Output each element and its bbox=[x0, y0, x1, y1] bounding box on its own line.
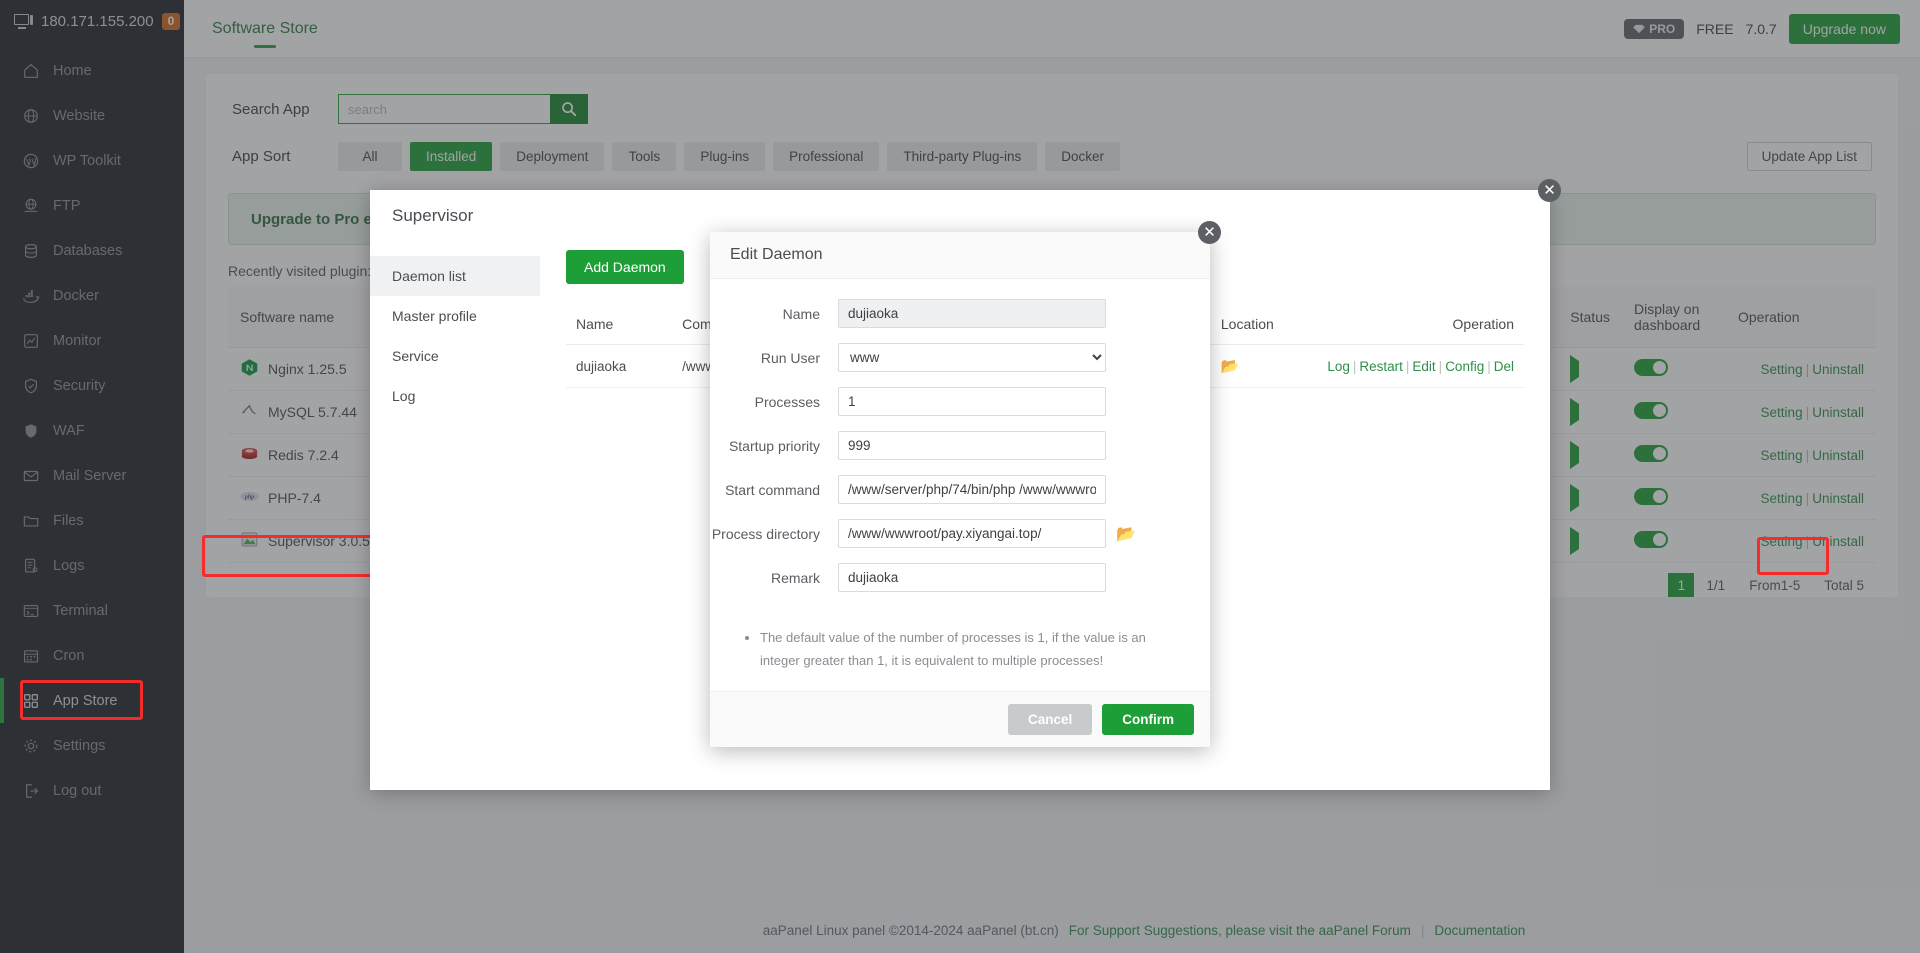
daemon-name-cell: dujiaoka bbox=[566, 345, 672, 388]
field-row-processes: Processes bbox=[710, 387, 1188, 416]
op-separator: | bbox=[1353, 359, 1357, 374]
edit-daemon-dialog: Edit Daemon Name Run Userwwwroot Processes… bbox=[710, 232, 1210, 747]
dm-col-name: Name bbox=[566, 304, 672, 345]
edit-daemon-close-icon[interactable]: ✕ bbox=[1198, 221, 1221, 244]
supervisor-nav-daemon-list[interactable]: Daemon list bbox=[370, 256, 540, 296]
supervisor-nav-log[interactable]: Log bbox=[370, 376, 540, 416]
field-label: Process directory bbox=[710, 526, 838, 542]
remark-input[interactable] bbox=[838, 563, 1106, 592]
supervisor-nav-service[interactable]: Service bbox=[370, 336, 540, 376]
field-label: Start command bbox=[710, 482, 838, 498]
supervisor-close-icon[interactable]: ✕ bbox=[1538, 179, 1561, 202]
daemon-operation-cell: Log|Restart|Edit|Config|Del bbox=[1317, 345, 1524, 388]
add-daemon-button[interactable]: Add Daemon bbox=[566, 250, 684, 284]
field-row-remark: Remark bbox=[710, 563, 1188, 592]
dm-col-operation: Operation bbox=[1317, 304, 1524, 345]
run-user-select[interactable]: wwwroot bbox=[838, 343, 1106, 372]
name-input[interactable] bbox=[838, 299, 1106, 328]
folder-browse-icon[interactable]: 📂 bbox=[1116, 524, 1136, 544]
field-row-startup-priority: Startup priority bbox=[710, 431, 1188, 460]
field-row-name: Name bbox=[710, 299, 1188, 328]
processes-input[interactable] bbox=[838, 387, 1106, 416]
daemon-location-cell[interactable]: 📂 bbox=[1211, 345, 1317, 388]
supervisor-nav: Daemon listMaster profileServiceLog bbox=[370, 226, 540, 786]
dm-col-location: Location bbox=[1211, 304, 1317, 345]
daemon-op-del[interactable]: Del bbox=[1494, 359, 1514, 374]
start-command-input[interactable] bbox=[838, 475, 1106, 504]
field-label: Name bbox=[710, 306, 838, 322]
field-row-start-command: Start command bbox=[710, 475, 1188, 504]
process-directory-input[interactable] bbox=[838, 519, 1106, 548]
edit-daemon-form: Name Run Userwwwroot Processes Startup prio… bbox=[710, 279, 1210, 615]
edit-daemon-note-text: The default value of the number of proce… bbox=[760, 627, 1188, 673]
supervisor-nav-master-profile[interactable]: Master profile bbox=[370, 296, 540, 336]
op-separator: | bbox=[1439, 359, 1443, 374]
field-label: Run User bbox=[710, 350, 838, 366]
folder-icon[interactable]: 📂 bbox=[1221, 358, 1240, 375]
edit-daemon-note: The default value of the number of proce… bbox=[746, 627, 1188, 673]
confirm-button[interactable]: Confirm bbox=[1102, 704, 1194, 735]
app-root: 180.171.155.200 0 HomeWebsiteWP ToolkitF… bbox=[0, 0, 1920, 953]
op-separator: | bbox=[1406, 359, 1410, 374]
field-label: Startup priority bbox=[710, 438, 838, 454]
field-label: Remark bbox=[710, 570, 838, 586]
field-label: Processes bbox=[710, 394, 838, 410]
daemon-op-log[interactable]: Log bbox=[1327, 359, 1350, 374]
daemon-op-restart[interactable]: Restart bbox=[1359, 359, 1403, 374]
daemon-op-config[interactable]: Config bbox=[1445, 359, 1484, 374]
cancel-button[interactable]: Cancel bbox=[1008, 704, 1092, 735]
edit-daemon-footer: Cancel Confirm bbox=[710, 691, 1210, 747]
edit-daemon-header: Edit Daemon bbox=[710, 232, 1210, 279]
op-separator: | bbox=[1487, 359, 1491, 374]
startup-priority-input[interactable] bbox=[838, 431, 1106, 460]
daemon-op-edit[interactable]: Edit bbox=[1412, 359, 1435, 374]
field-row-process-directory: Process directory 📂 bbox=[710, 519, 1188, 548]
supervisor-modal-title: Supervisor bbox=[370, 190, 1550, 226]
field-row-run-user: Run Userwwwroot bbox=[710, 343, 1188, 372]
